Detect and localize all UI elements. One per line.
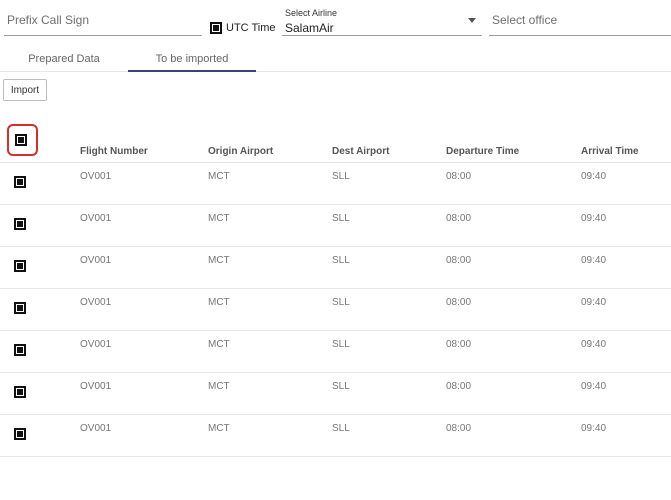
cell-departure-time: 08:00 (446, 423, 472, 434)
cell-origin-airport: MCT (208, 297, 230, 308)
table-row[interactable]: OV001 MCT SLL 08:00 09:40 (0, 331, 671, 373)
cell-departure-time: 08:00 (446, 339, 472, 350)
cell-dest-airport: SLL (332, 255, 350, 266)
cell-flight-number: OV001 (80, 297, 112, 308)
row-checkbox[interactable] (14, 386, 26, 398)
cell-flight-number: OV001 (80, 339, 112, 350)
cell-departure-time: 08:00 (446, 255, 472, 266)
table-row[interactable]: OV001 MCT SLL 08:00 09:40 (0, 415, 671, 457)
cell-dest-airport: SLL (332, 213, 350, 224)
utc-time-checkbox[interactable] (210, 22, 222, 34)
table-row[interactable]: OV001 MCT SLL 08:00 09:40 (0, 289, 671, 331)
table-row[interactable]: OV001 MCT SLL 08:00 09:40 (0, 205, 671, 247)
table-row[interactable]: OV001 MCT SLL 08:00 09:40 (0, 247, 671, 289)
cell-arrival-time: 09:40 (581, 213, 607, 224)
cell-departure-time: 08:00 (446, 297, 472, 308)
cell-origin-airport: MCT (208, 255, 230, 266)
row-checkbox[interactable] (14, 428, 26, 440)
cell-origin-airport: MCT (208, 339, 230, 350)
row-checkbox[interactable] (14, 260, 26, 272)
cell-origin-airport: MCT (208, 423, 230, 434)
col-header-flight-number[interactable]: Flight Number (80, 146, 148, 157)
table-row[interactable]: OV001 MCT SLL 08:00 09:40 (0, 163, 671, 205)
cell-flight-number: OV001 (80, 381, 112, 392)
cell-arrival-time: 09:40 (581, 255, 607, 266)
office-select-input[interactable] (489, 6, 671, 34)
col-header-origin-airport[interactable]: Origin Airport (208, 146, 273, 157)
row-checkbox[interactable] (14, 218, 26, 230)
row-checkbox[interactable] (14, 176, 26, 188)
cell-dest-airport: SLL (332, 339, 350, 350)
col-header-dest-airport[interactable]: Dest Airport (332, 146, 389, 157)
cell-arrival-time: 09:40 (581, 423, 607, 434)
table-row[interactable]: OV001 MCT SLL 08:00 09:40 (0, 373, 671, 415)
cell-flight-number: OV001 (80, 213, 112, 224)
cell-arrival-time: 09:40 (581, 297, 607, 308)
cell-dest-airport: SLL (332, 171, 350, 182)
tab-prepared-data[interactable]: Prepared Data (0, 48, 128, 72)
tab-bar: Prepared Data To be imported (0, 48, 671, 72)
row-checkbox[interactable] (14, 302, 26, 314)
cell-dest-airport: SLL (332, 381, 350, 392)
cell-origin-airport: MCT (208, 171, 230, 182)
cell-flight-number: OV001 (80, 423, 112, 434)
cell-arrival-time: 09:40 (581, 381, 607, 392)
row-checkbox[interactable] (14, 344, 26, 356)
prefix-call-sign-field[interactable] (4, 6, 202, 36)
airline-select-value[interactable]: SalamAir (285, 21, 334, 35)
cell-departure-time: 08:00 (446, 381, 472, 392)
cell-departure-time: 08:00 (446, 213, 472, 224)
airline-select[interactable]: Select Airline SalamAir (282, 6, 482, 36)
prefix-call-sign-input[interactable] (4, 6, 202, 34)
cell-dest-airport: SLL (332, 423, 350, 434)
utc-time-label: UTC Time (226, 22, 276, 34)
col-header-arrival-time[interactable]: Arrival Time (581, 146, 639, 157)
cell-origin-airport: MCT (208, 213, 230, 224)
cell-origin-airport: MCT (208, 381, 230, 392)
cell-departure-time: 08:00 (446, 171, 472, 182)
cell-arrival-time: 09:40 (581, 339, 607, 350)
import-button[interactable]: Import (3, 79, 47, 101)
cell-flight-number: OV001 (80, 171, 112, 182)
office-select[interactable] (489, 6, 671, 36)
table-header: Flight Number Origin Airport Dest Airpor… (0, 144, 671, 163)
col-header-departure-time[interactable]: Departure Time (446, 146, 519, 157)
tab-to-be-imported[interactable]: To be imported (128, 48, 256, 72)
utc-time-toggle[interactable]: UTC Time (210, 22, 276, 34)
cell-dest-airport: SLL (332, 297, 350, 308)
airline-select-label: Select Airline (285, 8, 338, 18)
cell-arrival-time: 09:40 (581, 171, 607, 182)
cell-flight-number: OV001 (80, 255, 112, 266)
chevron-down-icon[interactable] (468, 18, 476, 23)
